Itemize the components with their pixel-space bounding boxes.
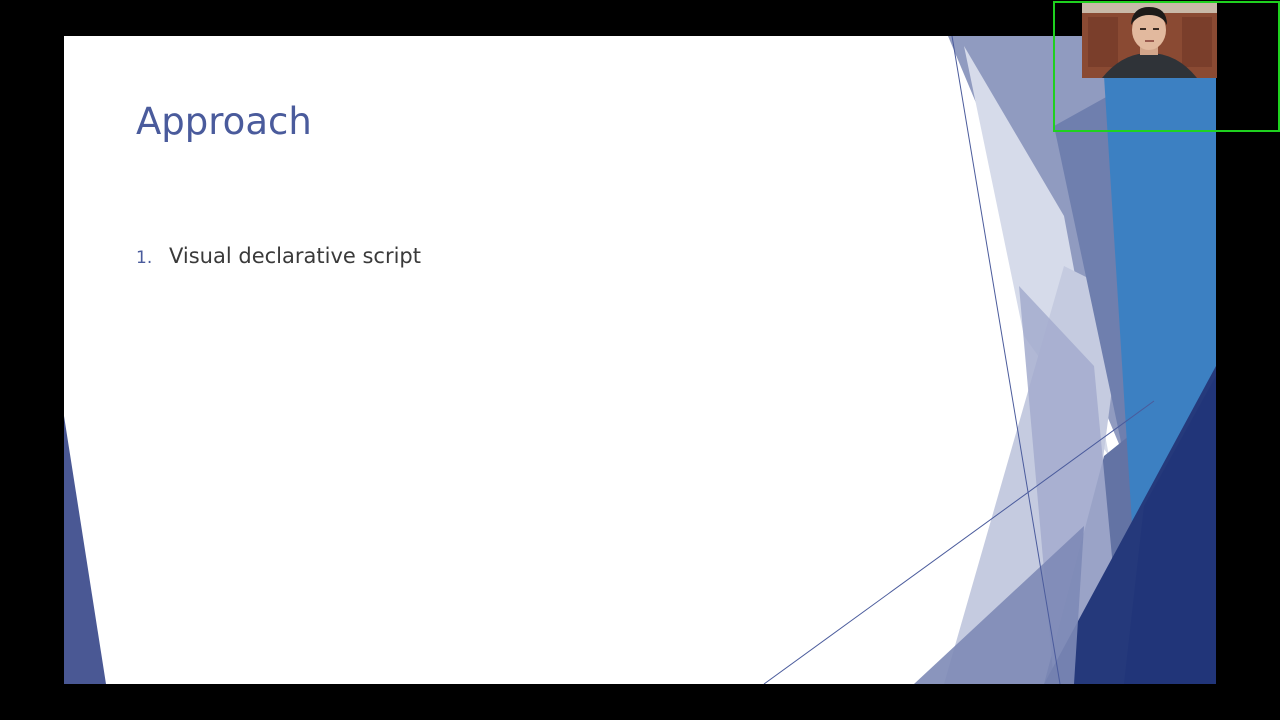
bullet-number: 1. xyxy=(136,248,153,268)
left-deco-shape xyxy=(64,416,106,684)
bullet-text: Visual declarative script xyxy=(169,244,421,268)
presenter-video-icon xyxy=(1082,3,1217,78)
slide-title: Approach xyxy=(136,100,312,143)
bullet-list: 1. Visual declarative script xyxy=(136,244,421,276)
webcam-empty-area xyxy=(1217,3,1278,130)
bullet-item: 1. Visual declarative script xyxy=(136,244,421,276)
presentation-screen: Approach 1. Visual declarative script xyxy=(0,0,1280,720)
webcam-overlay[interactable] xyxy=(1053,1,1280,132)
slide: Approach 1. Visual declarative script xyxy=(64,36,1216,684)
